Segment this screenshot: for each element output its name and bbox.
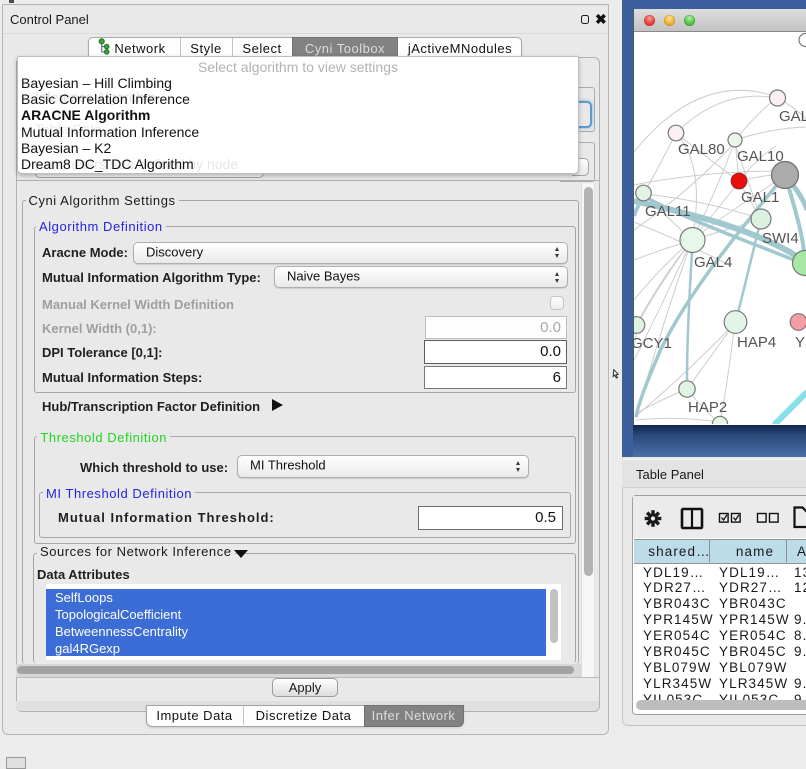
svg-text:GAL2: GAL2 — [779, 108, 806, 125]
svg-text:GAL10: GAL10 — [737, 148, 784, 165]
svg-text:HAP2: HAP2 — [688, 399, 727, 416]
svg-text:GAL1: GAL1 — [741, 189, 779, 206]
svg-text:HAP4: HAP4 — [737, 334, 776, 351]
svg-text:GAL11: GAL11 — [645, 203, 691, 220]
svg-text:GAL4: GAL4 — [694, 254, 732, 271]
svg-text:SWI4: SWI4 — [762, 230, 799, 247]
svg-text:GAL80: GAL80 — [678, 141, 725, 158]
svg-text:Y: Y — [795, 334, 805, 351]
svg-text:GCY1: GCY1 — [634, 335, 672, 352]
